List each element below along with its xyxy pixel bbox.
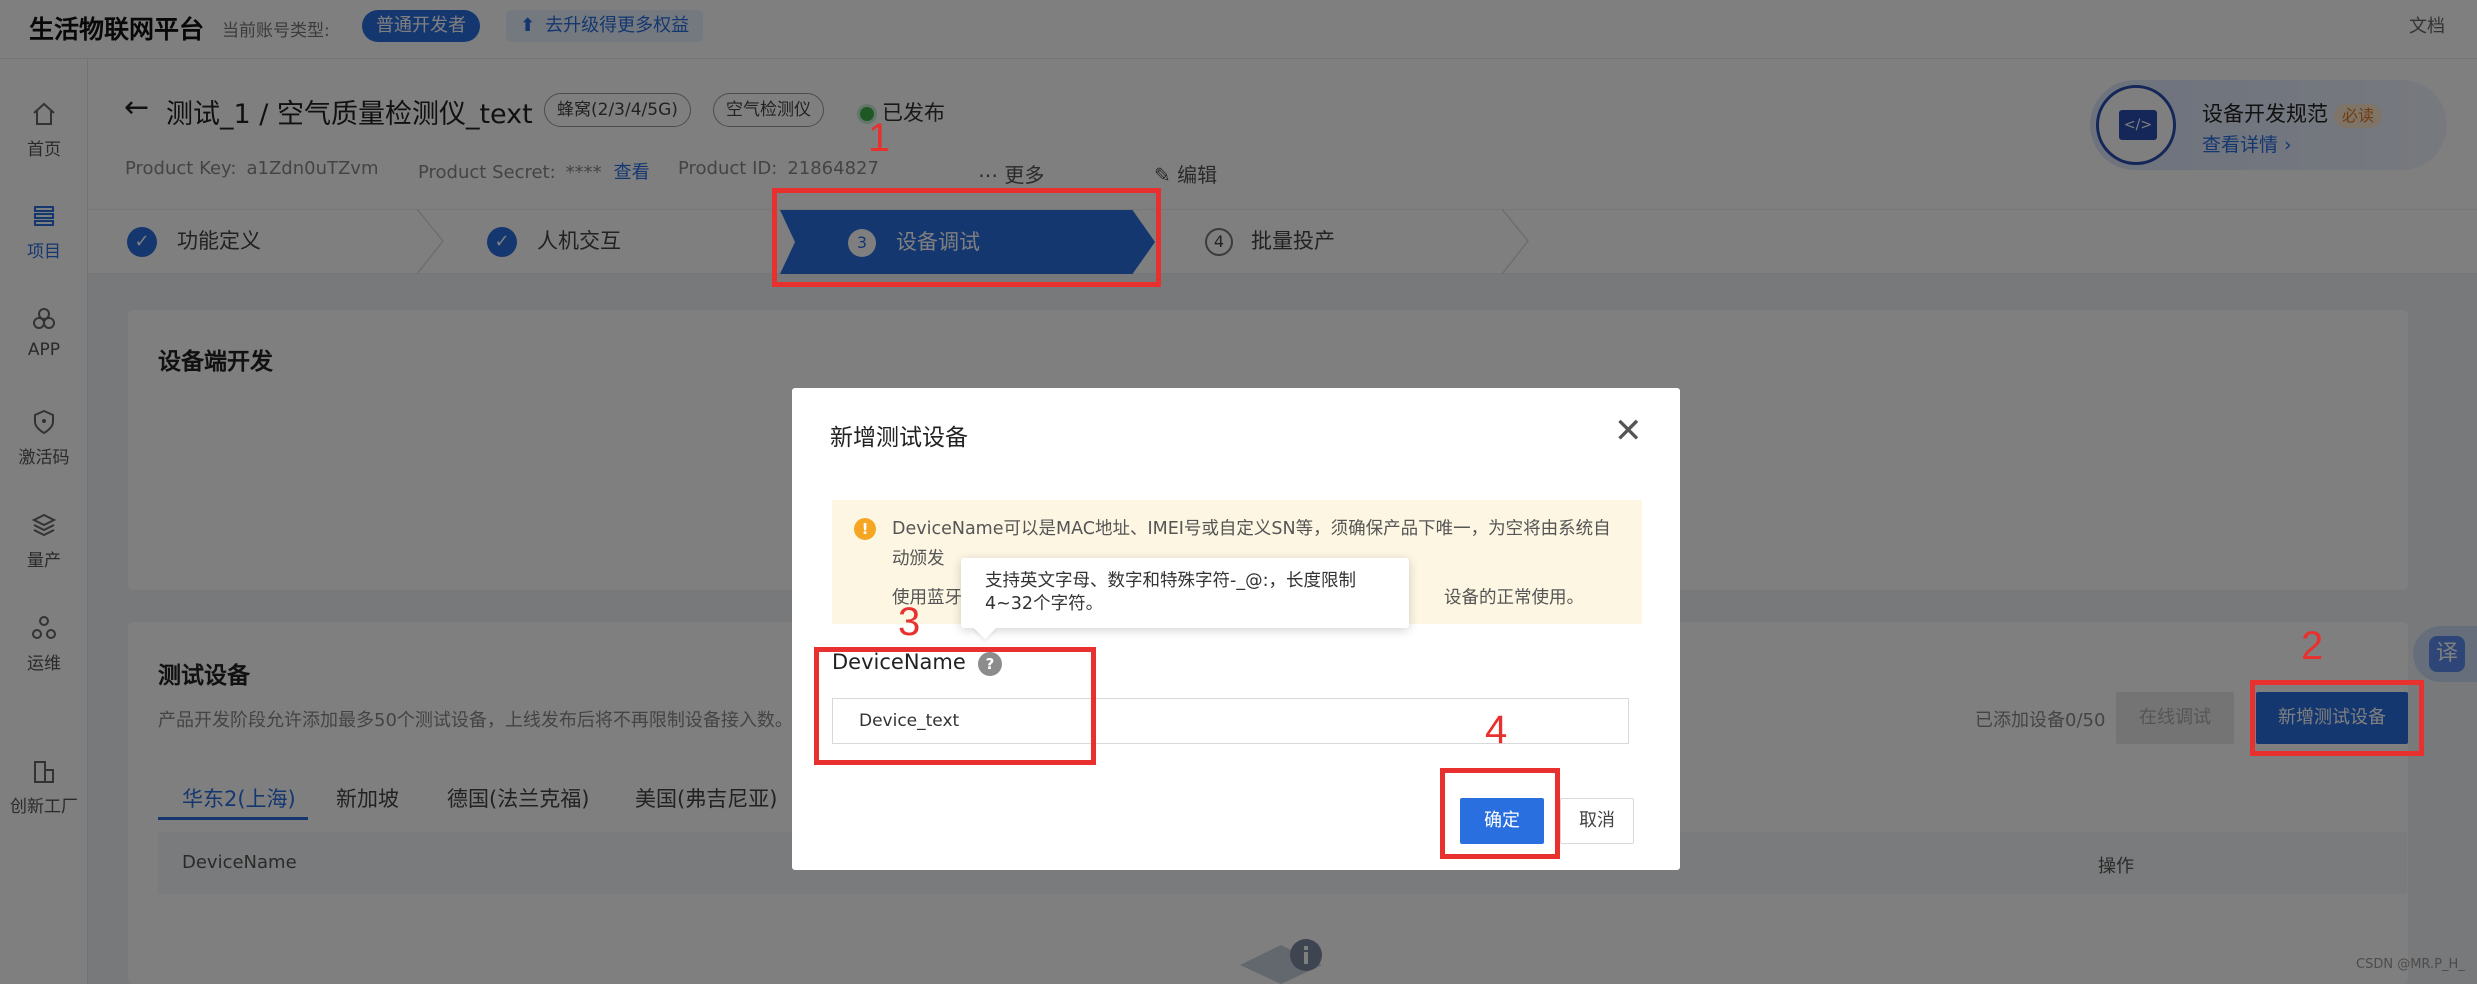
tooltip-text: 支持英文字母、数字和特殊字符-_@:，长度限制4~32个字符。 [985, 571, 1356, 614]
annotation-number-1: 1 [868, 116, 891, 160]
dialog-title: 新增测试设备 [830, 425, 968, 451]
annotation-box-3 [814, 647, 1096, 765]
warning-icon: ! [854, 518, 876, 540]
devicename-tooltip: 支持英文字母、数字和特殊字符-_@:，长度限制4~32个字符。 [961, 558, 1409, 640]
annotation-number-3: 3 [898, 600, 921, 644]
annotation-number-4: 4 [1485, 708, 1508, 752]
tooltip-arrow [973, 616, 997, 640]
annotation-box-4 [1440, 768, 1560, 859]
annotation-box-2 [2250, 680, 2424, 756]
close-icon[interactable]: ✕ [1614, 414, 1643, 448]
alert-text-normal-use: 设备的正常使用。 [1444, 588, 1584, 608]
annotation-box-1 [772, 188, 1161, 287]
annotation-number-2: 2 [2301, 624, 2324, 668]
cancel-button[interactable]: 取消 [1560, 798, 1634, 844]
